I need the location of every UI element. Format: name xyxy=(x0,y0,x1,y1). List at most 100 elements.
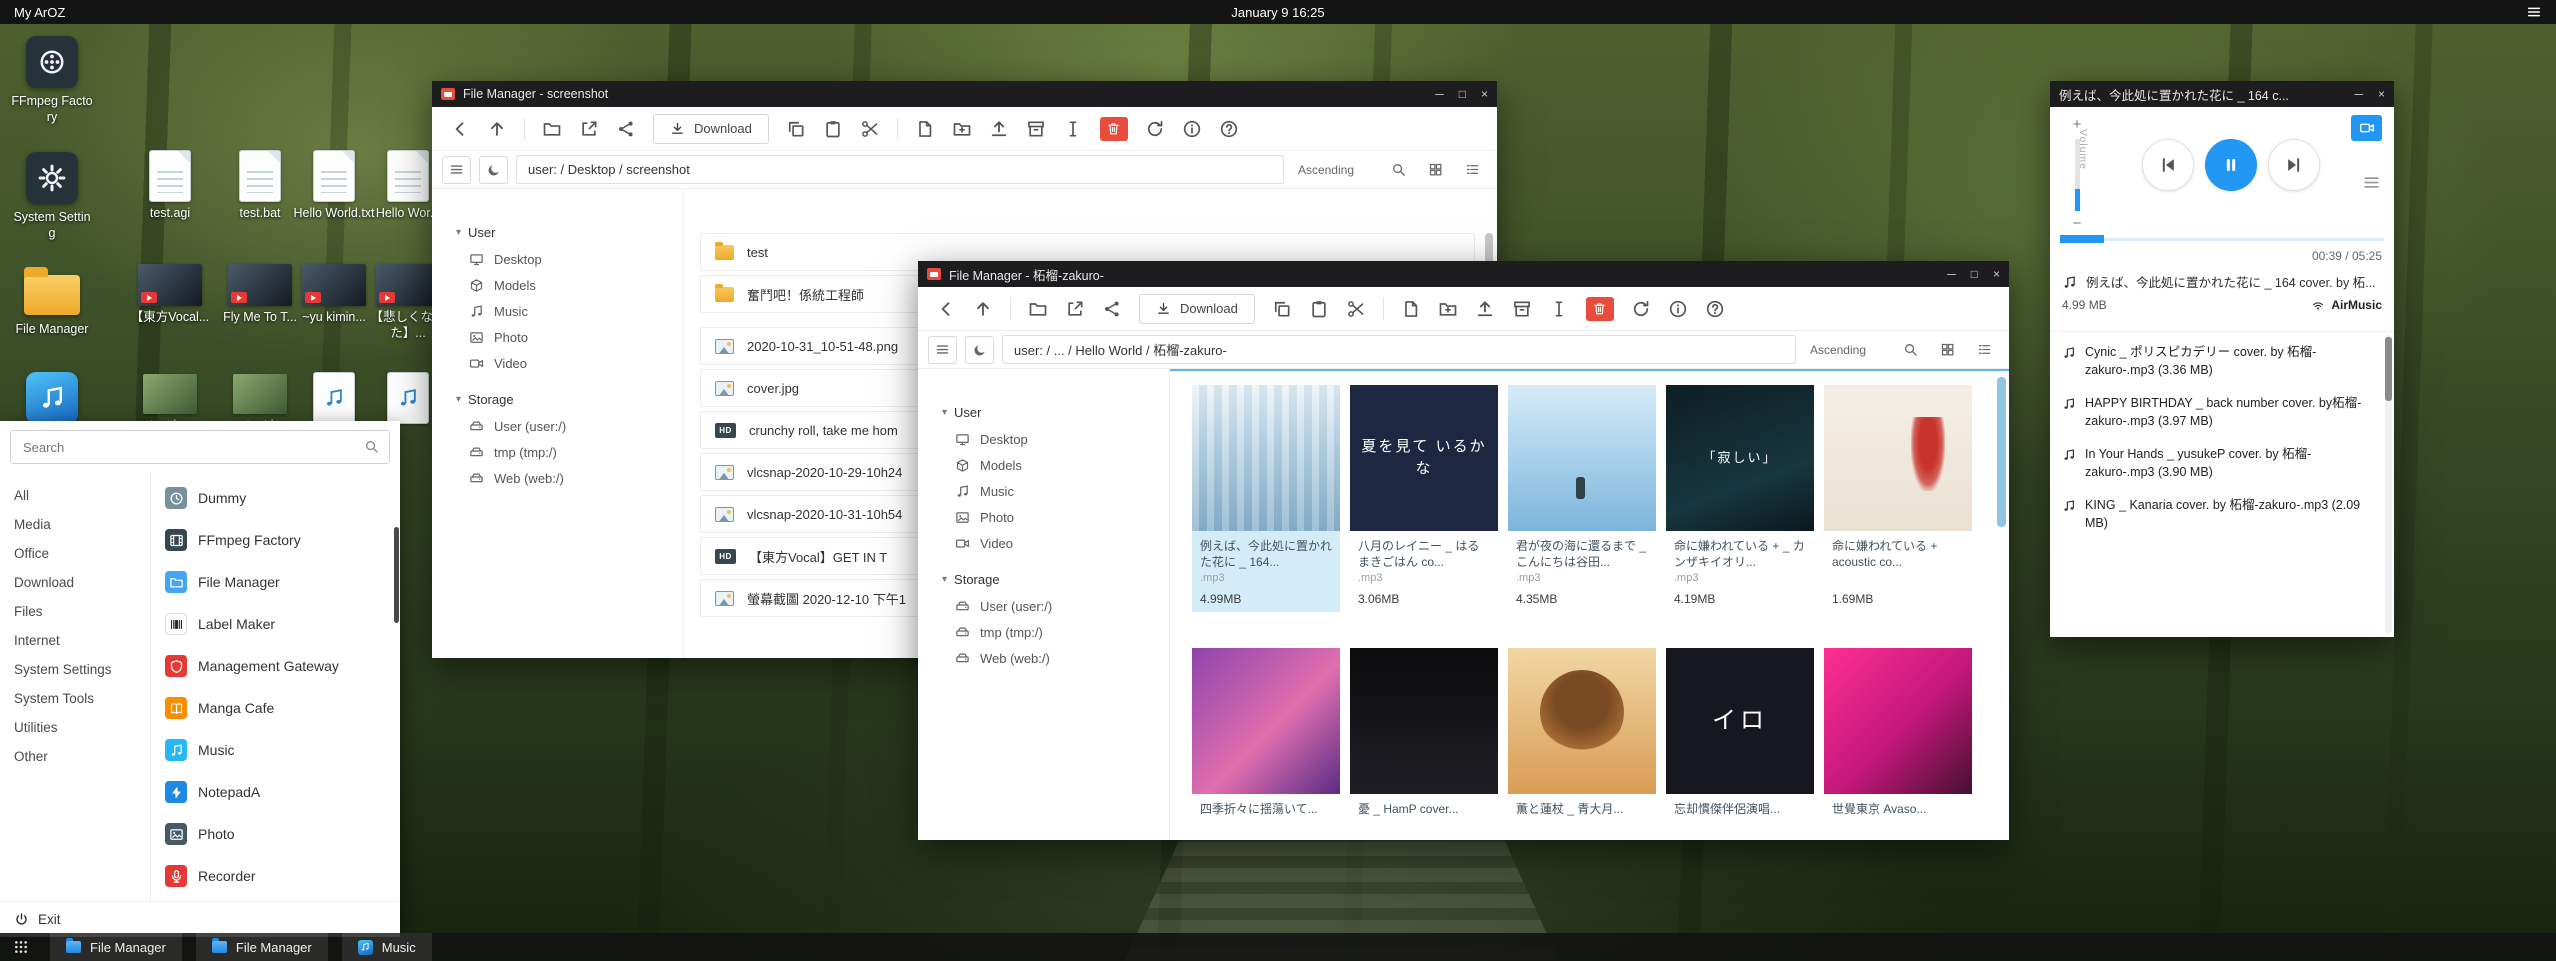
sort-select[interactable]: Ascending xyxy=(1298,163,1370,177)
file-tile[interactable]: 世覺東京 Avaso... xyxy=(1824,648,1972,833)
next-button[interactable] xyxy=(2268,139,2320,191)
sidebar-item-web-drive[interactable]: Web (web:/) xyxy=(942,645,1169,671)
sidebar-item-photo[interactable]: Photo xyxy=(456,324,683,350)
close-button[interactable]: × xyxy=(2378,87,2385,101)
title-bar[interactable]: File Manager - screenshot ─□× xyxy=(432,81,1497,107)
copy-icon[interactable] xyxy=(786,119,806,139)
player-menu-button[interactable] xyxy=(2362,173,2381,192)
upload-icon[interactable] xyxy=(989,119,1009,139)
share-icon[interactable] xyxy=(1102,299,1122,319)
sidebar-item-video[interactable]: Video xyxy=(942,530,1169,556)
grid-view-button[interactable] xyxy=(1933,336,1962,364)
sidebar-item-desktop[interactable]: Desktop xyxy=(456,246,683,272)
back-icon[interactable] xyxy=(936,299,956,319)
search-button[interactable] xyxy=(1384,156,1413,184)
file-tile[interactable]: 君が夜の海に還るまで _ こんにちは谷田... .mp3 4.35MB xyxy=(1508,385,1656,612)
sidebar-item-models[interactable]: Models xyxy=(942,452,1169,478)
file-tile-selected[interactable]: 例えば、今此処に置かれた花に _ 164... .mp3 4.99MB xyxy=(1192,385,1340,612)
sidebar-item-music[interactable]: Music xyxy=(456,298,683,324)
start-menu-scrollbar[interactable] xyxy=(394,527,399,623)
desktop-audio-file[interactable] xyxy=(292,372,376,428)
taskbar-item-file-manager-1[interactable]: File Manager xyxy=(50,933,182,961)
desktop-icon-ffmpeg-factory[interactable]: FFmpeg Factory xyxy=(10,34,94,125)
file-tile[interactable]: 薫と蓮杖 _ 青大月... xyxy=(1508,648,1656,833)
category-all[interactable]: All xyxy=(0,481,150,510)
archive-icon[interactable] xyxy=(1026,119,1046,139)
rename-icon[interactable] xyxy=(1549,299,1569,319)
share-icon[interactable] xyxy=(616,119,636,139)
playlist-item[interactable]: KING _ Kanaria cover. by 柘榴-zakuro-.mp3 … xyxy=(2050,489,2394,540)
search-input[interactable] xyxy=(10,430,390,464)
category-system-settings[interactable]: System Settings xyxy=(0,655,150,684)
cast-button[interactable] xyxy=(2351,115,2382,141)
category-media[interactable]: Media xyxy=(0,510,150,539)
category-download[interactable]: Download xyxy=(0,568,150,597)
close-button[interactable]: × xyxy=(1481,87,1488,101)
desktop-file-test-bat[interactable]: test.bat xyxy=(218,150,302,222)
desktop-icon-file-manager[interactable]: File Manager xyxy=(10,262,94,338)
search-icon[interactable] xyxy=(364,439,379,454)
pause-button[interactable] xyxy=(2205,139,2257,191)
app-item-ffmpeg-factory[interactable]: FFmpeg Factory xyxy=(151,519,400,561)
exit-button[interactable]: Exit xyxy=(0,901,400,937)
up-icon[interactable] xyxy=(487,119,507,139)
download-button[interactable]: Download xyxy=(653,114,769,144)
desktop-icon-system-setting[interactable]: System Setting xyxy=(10,150,94,241)
open-external-icon[interactable] xyxy=(579,119,599,139)
desktop-video-file[interactable]: ~yu kimin... xyxy=(292,264,376,326)
file-tile[interactable]: 「寂しい」 命に嫌われている + _ カンザキイオリ... .mp3 4.19M… xyxy=(1666,385,1814,612)
sidebar-item-web-drive[interactable]: Web (web:/) xyxy=(456,465,683,491)
file-tile[interactable]: イロ 忘却慣傑伴侶演唱... xyxy=(1666,648,1814,833)
archive-icon[interactable] xyxy=(1512,299,1532,319)
list-view-button[interactable] xyxy=(1458,156,1487,184)
help-icon[interactable] xyxy=(1705,299,1725,319)
maximize-button[interactable]: □ xyxy=(1971,267,1978,281)
cut-icon[interactable] xyxy=(1346,299,1366,319)
new-folder-icon[interactable] xyxy=(1438,299,1458,319)
scrollbar[interactable] xyxy=(1997,377,2006,527)
maximize-button[interactable]: □ xyxy=(1459,87,1466,101)
help-icon[interactable] xyxy=(1219,119,1239,139)
back-icon[interactable] xyxy=(450,119,470,139)
download-button[interactable]: Download xyxy=(1139,294,1255,324)
taskbar-item-file-manager-2[interactable]: File Manager xyxy=(196,933,328,961)
minimize-button[interactable]: ─ xyxy=(1947,267,1956,281)
paste-icon[interactable] xyxy=(823,119,843,139)
previous-button[interactable] xyxy=(2142,139,2194,191)
list-view-button[interactable] xyxy=(1970,336,1999,364)
app-item-label-maker[interactable]: Label Maker xyxy=(151,603,400,645)
sort-select[interactable]: Ascending xyxy=(1810,343,1882,357)
category-utilities[interactable]: Utilities xyxy=(0,713,150,742)
playlist-item[interactable]: Cynic _ ポリスピカデリー cover. by 柘榴-zakuro-.mp… xyxy=(2050,336,2394,387)
list-menu-button[interactable] xyxy=(442,156,471,184)
info-icon[interactable] xyxy=(1668,299,1688,319)
sidebar-item-photo[interactable]: Photo xyxy=(942,504,1169,530)
file-tile[interactable]: 命に嫌われている + acoustic co... 1.69MB xyxy=(1824,385,1972,612)
file-tile[interactable]: 憂 _ HamP cover... xyxy=(1350,648,1498,833)
app-launcher-button[interactable] xyxy=(6,933,36,961)
category-other[interactable]: Other xyxy=(0,742,150,771)
category-internet[interactable]: Internet xyxy=(0,626,150,655)
list-menu-button[interactable] xyxy=(928,336,957,364)
category-office[interactable]: Office xyxy=(0,539,150,568)
open-folder-icon[interactable] xyxy=(542,119,562,139)
app-item-system-setting[interactable]: System Setting xyxy=(151,897,400,901)
sidebar-item-user-drive[interactable]: User (user:/) xyxy=(942,593,1169,619)
refresh-icon[interactable] xyxy=(1631,299,1651,319)
sidebar-section-user[interactable]: ▾User xyxy=(456,225,683,240)
up-icon[interactable] xyxy=(973,299,993,319)
delete-button[interactable] xyxy=(1100,117,1128,141)
dark-mode-toggle[interactable] xyxy=(479,156,508,184)
airmusic-button[interactable]: AirMusic xyxy=(2311,298,2382,312)
address-bar[interactable]: user: / ... / Hello World / 柘榴-zakuro- xyxy=(1002,335,1796,364)
category-system-tools[interactable]: System Tools xyxy=(0,684,150,713)
new-folder-icon[interactable] xyxy=(952,119,972,139)
app-item-notepada[interactable]: NotepadA xyxy=(151,771,400,813)
sidebar-item-tmp-drive[interactable]: tmp (tmp:/) xyxy=(942,619,1169,645)
sidebar-section-user[interactable]: ▾User xyxy=(942,405,1169,420)
rename-icon[interactable] xyxy=(1063,119,1083,139)
volume-down-button[interactable]: − xyxy=(2062,216,2092,233)
paste-icon[interactable] xyxy=(1309,299,1329,319)
title-bar[interactable]: File Manager - 柘榴-zakuro- ─□× xyxy=(918,261,2009,287)
open-folder-icon[interactable] xyxy=(1028,299,1048,319)
